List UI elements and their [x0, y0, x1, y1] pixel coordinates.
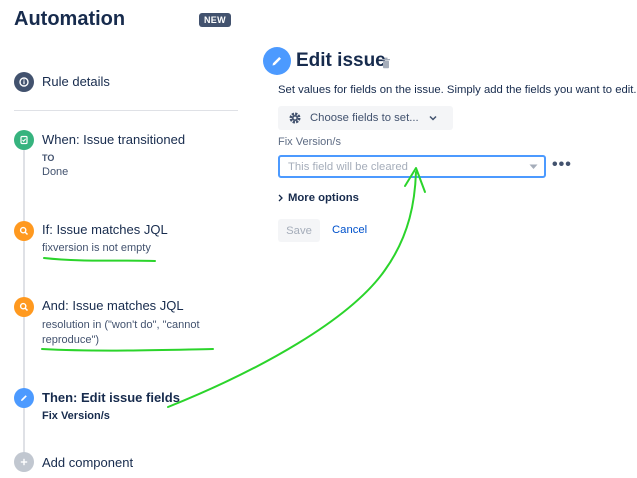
annotation-underline: [43, 257, 156, 262]
trigger-step-title[interactable]: When: Issue transitioned: [42, 132, 185, 147]
cancel-button[interactable]: Cancel: [332, 224, 367, 236]
divider: [14, 110, 238, 111]
condition-step-title[interactable]: And: Issue matches JQL: [42, 298, 184, 313]
pencil-icon: [263, 47, 291, 75]
condition-step-detail-line2: reproduce"): [42, 334, 100, 346]
rule-details-link[interactable]: Rule details: [42, 74, 110, 89]
chevron-right-icon: [278, 194, 283, 202]
editor-title: Edit issue: [296, 50, 386, 71]
trash-icon[interactable]: [381, 56, 391, 74]
choose-fields-label: Choose fields to set...: [310, 112, 419, 124]
fix-version-label: Fix Version/s: [278, 136, 341, 148]
info-icon[interactable]: [14, 72, 34, 92]
condition-step-title[interactable]: If: Issue matches JQL: [42, 222, 168, 237]
trigger-icon[interactable]: [14, 130, 34, 150]
condition-step-detail: fixversion is not empty: [42, 242, 151, 254]
pencil-icon[interactable]: [14, 388, 34, 408]
annotation-arrow: [167, 171, 417, 408]
more-options-toggle[interactable]: More options: [278, 192, 359, 204]
choose-fields-button[interactable]: Choose fields to set...: [278, 106, 453, 130]
condition-step-detail-line1: resolution in ("won't do", "cannot: [42, 319, 200, 331]
chevron-down-icon: [429, 115, 437, 121]
page-title: Automation: [14, 8, 126, 30]
action-step-detail: Fix Version/s: [42, 410, 110, 422]
search-icon[interactable]: [14, 297, 34, 317]
save-button[interactable]: Save: [278, 219, 320, 242]
dropdown-caret-icon[interactable]: [529, 164, 538, 170]
annotation-underline: [41, 348, 214, 352]
plus-icon[interactable]: [14, 452, 34, 472]
action-step-title[interactable]: Then: Edit issue fields: [42, 390, 180, 405]
fix-version-select[interactable]: [278, 155, 546, 178]
gear-icon: [288, 111, 302, 125]
trigger-to-value: Done: [42, 166, 69, 178]
more-options-label: More options: [288, 192, 359, 204]
search-icon[interactable]: [14, 221, 34, 241]
add-component-link[interactable]: Add component: [42, 455, 133, 470]
new-badge: NEW: [199, 13, 231, 27]
editor-description: Set values for fields on the issue. Simp…: [278, 84, 637, 96]
more-actions-button[interactable]: •••: [552, 157, 572, 173]
